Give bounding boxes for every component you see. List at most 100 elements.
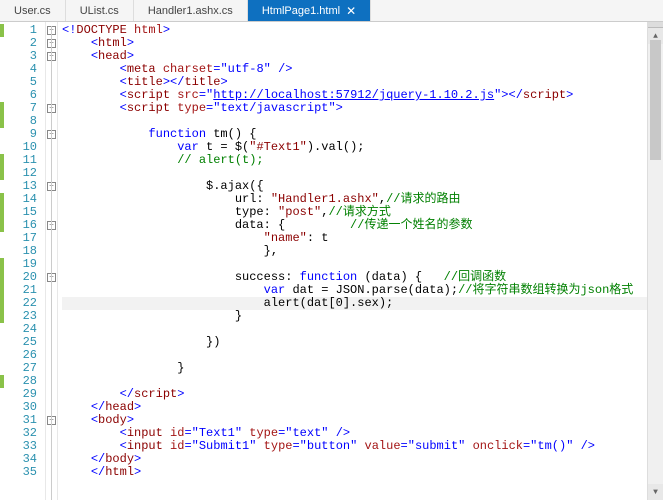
token <box>163 439 170 453</box>
token: =" <box>292 439 306 453</box>
tab-user-cs[interactable]: User.cs <box>0 0 66 21</box>
code-line[interactable]: </body> <box>62 453 647 466</box>
token: script <box>134 387 177 401</box>
token: src <box>177 88 199 102</box>
token: " <box>458 439 472 453</box>
code-line[interactable]: // alert(t); <box>62 154 647 167</box>
line-number: 1 <box>0 24 45 37</box>
line-number: 3 <box>0 50 45 63</box>
token: //请求的路由 <box>386 192 460 206</box>
code-line[interactable]: } <box>62 362 647 375</box>
token: submit <box>415 439 458 453</box>
token: utf-8 <box>228 62 264 76</box>
code-line[interactable]: </script> <box>62 388 647 401</box>
token: text <box>292 426 321 440</box>
token: //请求方式 <box>328 205 390 219</box>
line-number: 6 <box>0 89 45 102</box>
token: < <box>120 75 127 89</box>
token: " <box>350 439 364 453</box>
token: } <box>235 309 242 323</box>
line-number-gutter: 1234567891011121314151617181920212223242… <box>0 22 46 500</box>
code-line[interactable]: <script type="text/javascript"> <box>62 102 647 115</box>
token: (data) { <box>357 270 443 284</box>
token: meta <box>127 62 156 76</box>
token: //回调函数 <box>444 270 506 284</box>
token: Submit1 <box>199 439 249 453</box>
tab-bar: User.cs UList.cs Handler1.ashx.cs HtmlPa… <box>0 0 663 22</box>
token: > <box>127 49 134 63</box>
token: > <box>127 413 134 427</box>
token: id <box>170 439 184 453</box>
token: button <box>307 439 350 453</box>
token: title <box>184 75 220 89</box>
token: head <box>105 400 134 414</box>
token: "> <box>328 101 342 115</box>
token <box>163 426 170 440</box>
code-area[interactable]: <!DOCTYPE html> <html> <head> <meta char… <box>58 22 647 500</box>
code-line[interactable]: </head> <box>62 401 647 414</box>
code-line[interactable]: </html> <box>62 466 647 479</box>
token: < <box>91 49 98 63</box>
token <box>127 23 134 37</box>
change-marker <box>0 258 4 271</box>
token <box>156 62 163 76</box>
close-icon[interactable]: ✕ <box>346 5 356 17</box>
token: dat = JSON.parse(data); <box>285 283 458 297</box>
token: "#Text1" <box>249 140 307 154</box>
token: Text1 <box>199 426 235 440</box>
token: =" <box>523 439 537 453</box>
token: script <box>127 88 170 102</box>
token: > <box>127 36 134 50</box>
token: html <box>105 465 134 479</box>
token: =" <box>278 426 292 440</box>
token: " /> <box>264 62 293 76</box>
token: ).val(); <box>307 140 365 154</box>
code-line[interactable]: }, <box>62 245 647 258</box>
token: script <box>127 101 170 115</box>
line-number: 35 <box>0 466 45 479</box>
token: input <box>127 426 163 440</box>
change-marker <box>0 193 4 206</box>
token: : t <box>307 231 329 245</box>
token: =" <box>184 426 198 440</box>
code-line[interactable]: } <box>62 310 647 323</box>
token: , <box>379 192 386 206</box>
scroll-down-icon[interactable]: ▼ <box>648 484 663 500</box>
token: charset <box>163 62 213 76</box>
token: </ <box>91 465 105 479</box>
token: > <box>177 387 184 401</box>
line-number: 7 <box>0 102 45 115</box>
tab-htmlpage1-html[interactable]: HtmlPage1.html ✕ <box>248 0 371 21</box>
token: > <box>134 452 141 466</box>
token: html <box>134 23 163 37</box>
code-line[interactable]: <html> <box>62 37 647 50</box>
change-marker <box>0 271 4 284</box>
change-marker <box>0 297 4 310</box>
token: var <box>264 283 286 297</box>
token: http://localhost:57912/jquery-1.10.2.js <box>213 88 494 102</box>
token: tm() <box>537 439 566 453</box>
token: =" <box>213 62 227 76</box>
tab-label: UList.cs <box>80 5 119 17</box>
token: tm() { <box>206 127 256 141</box>
code-line[interactable]: <!DOCTYPE html> <box>62 24 647 37</box>
token: =" <box>401 439 415 453</box>
vertical-scrollbar[interactable]: ▲ ▼ <box>647 22 663 500</box>
token: } <box>177 361 184 375</box>
tab-ulist-cs[interactable]: UList.cs <box>66 0 134 21</box>
change-marker <box>0 24 4 37</box>
token: " <box>249 439 263 453</box>
tab-label: Handler1.ashx.cs <box>148 5 233 17</box>
token: title <box>127 75 163 89</box>
token: }) <box>206 335 220 349</box>
token: "></ <box>494 88 523 102</box>
tab-handler1-ashx-cs[interactable]: Handler1.ashx.cs <box>134 0 248 21</box>
token: =" <box>206 101 220 115</box>
change-marker <box>0 102 4 115</box>
token: function <box>148 127 206 141</box>
scroll-thumb[interactable] <box>650 40 661 160</box>
code-line[interactable]: }) <box>62 336 647 349</box>
token: script <box>523 88 566 102</box>
code-line[interactable]: <input id="Submit1" type="button" value=… <box>62 440 647 453</box>
token: </ <box>120 387 134 401</box>
